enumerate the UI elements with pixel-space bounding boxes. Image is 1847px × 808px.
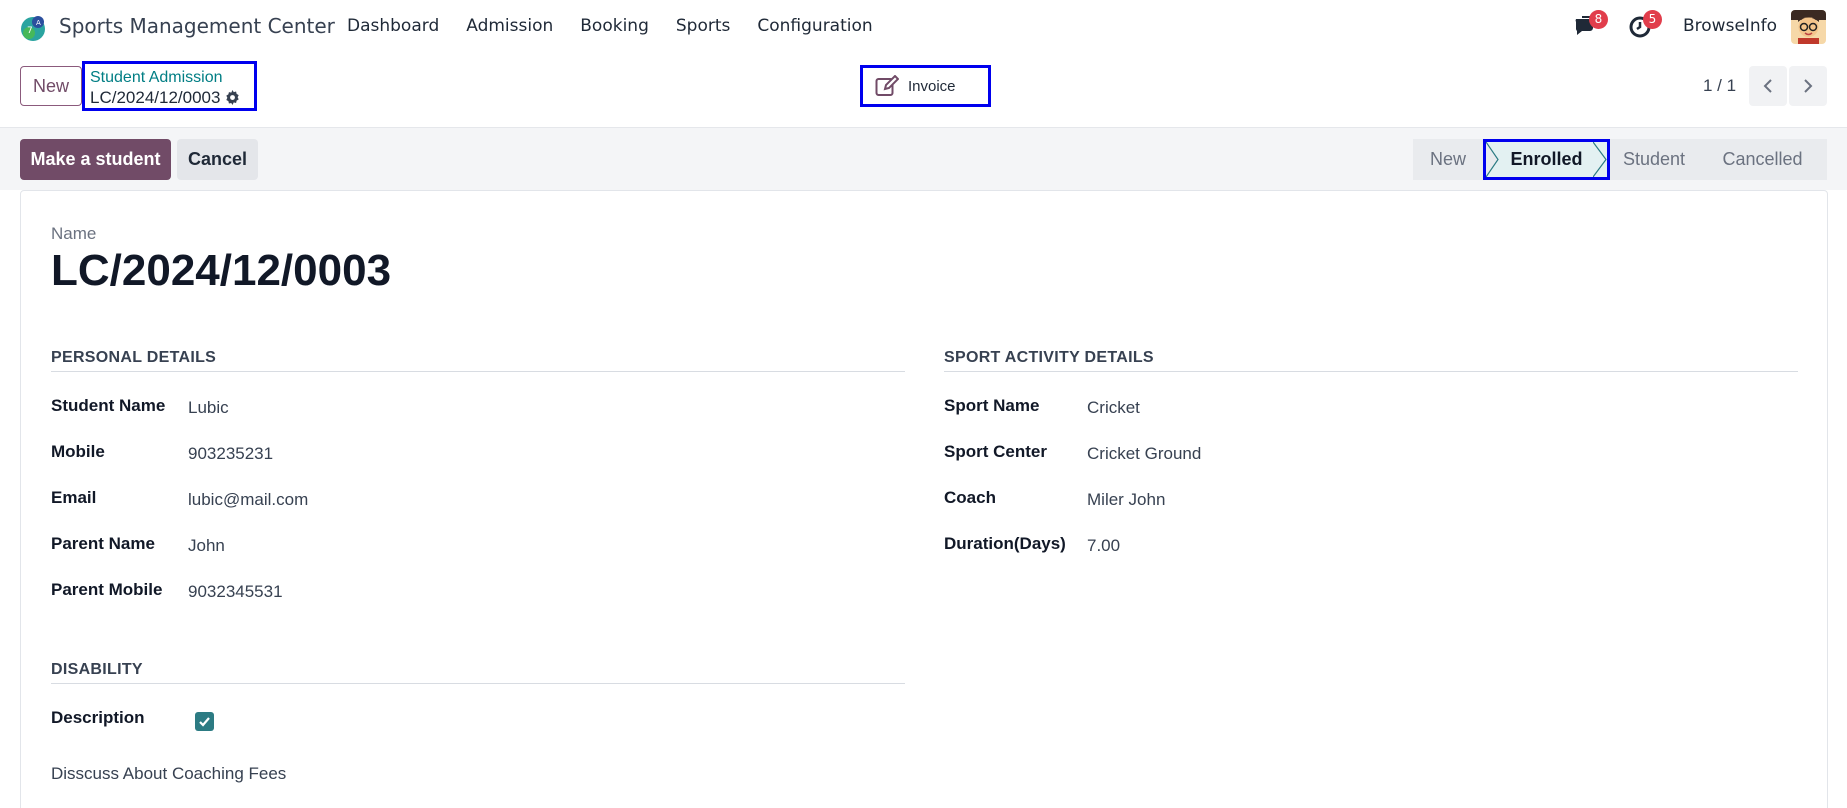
app-logo-icon[interactable]: 7 A <box>18 13 48 43</box>
field-value[interactable]: 7.00 <box>1087 536 1120 556</box>
pager-next-button[interactable] <box>1789 66 1827 106</box>
field-label: Sport Name <box>944 396 1040 415</box>
breadcrumb-parent-link[interactable]: Student Admission <box>90 68 250 87</box>
description-text[interactable]: Disscuss About Coaching Fees <box>51 764 286 784</box>
field-description: Description <box>51 694 905 740</box>
stage-enrolled-label: Enrolled <box>1510 149 1583 169</box>
description-checkbox[interactable] <box>195 712 214 731</box>
control-panel: New Student Admission LC/2024/12/0003 In… <box>0 54 1847 128</box>
field-value[interactable]: 9032345531 <box>188 582 283 602</box>
menu-sports[interactable]: Sports <box>676 16 731 36</box>
top-navbar: 7 A Sports Management Center Dashboard A… <box>0 0 1847 54</box>
menu-booking[interactable]: Booking <box>580 16 649 36</box>
field-duration: Duration(Days) 7.00 <box>944 520 1798 566</box>
field-label: Sport Center <box>944 442 1047 461</box>
disability-group: DISABILITY Description <box>51 661 905 740</box>
field-value[interactable]: 903235231 <box>188 444 273 464</box>
sport-details-title: SPORT ACTIVITY DETAILS <box>944 349 1798 372</box>
field-label: Mobile <box>51 442 105 461</box>
company-switcher[interactable]: BrowseInfo <box>1683 16 1777 36</box>
chevron-right-icon <box>1804 79 1813 93</box>
field-label: Coach <box>944 488 996 507</box>
field-value[interactable]: Cricket <box>1087 398 1140 418</box>
field-sport-center: Sport Center Cricket Ground <box>944 428 1798 474</box>
stage-arrow-right-icon <box>1593 142 1607 177</box>
svg-text:7: 7 <box>27 26 33 36</box>
stage-arrow-left-icon <box>1486 142 1499 177</box>
gear-icon[interactable] <box>225 90 240 105</box>
stage-student[interactable]: Student <box>1610 139 1698 180</box>
field-label: Student Name <box>51 396 166 415</box>
user-avatar[interactable] <box>1791 10 1826 44</box>
cancel-button[interactable]: Cancel <box>177 139 258 180</box>
field-student-name: Student Name Lubic <box>51 382 905 428</box>
field-label: Email <box>51 488 97 507</box>
field-value[interactable]: John <box>188 536 225 556</box>
breadcrumb: Student Admission LC/2024/12/0003 <box>82 61 257 111</box>
field-parent-mobile: Parent Mobile 9032345531 <box>51 566 905 612</box>
field-label: Description <box>51 708 145 727</box>
new-record-button[interactable]: New <box>20 66 82 106</box>
pager-previous-button[interactable] <box>1749 66 1787 106</box>
field-parent-name: Parent Name John <box>51 520 905 566</box>
disability-title: DISABILITY <box>51 661 905 684</box>
personal-details-group: PERSONAL DETAILS Student Name Lubic Mobi… <box>51 349 905 612</box>
activities-badge: 5 <box>1643 10 1662 29</box>
field-label: Parent Name <box>51 534 155 553</box>
field-value[interactable]: lubic@mail.com <box>188 490 308 510</box>
field-label: Parent Mobile <box>51 580 163 599</box>
chevron-left-icon <box>1763 79 1772 93</box>
field-coach: Coach Miler John <box>944 474 1798 520</box>
stage-new[interactable]: New <box>1413 139 1483 180</box>
sport-details-group: SPORT ACTIVITY DETAILS Sport Name Cricke… <box>944 349 1798 566</box>
pager-value[interactable]: 1 / 1 <box>1703 76 1736 96</box>
menu-configuration[interactable]: Configuration <box>757 16 872 36</box>
field-value[interactable]: Miler John <box>1087 490 1165 510</box>
personal-details-title: PERSONAL DETAILS <box>51 349 905 372</box>
form-sheet: Name LC/2024/12/0003 PERSONAL DETAILS St… <box>20 190 1828 808</box>
breadcrumb-current: LC/2024/12/0003 <box>90 87 250 108</box>
pencil-square-icon <box>875 75 899 96</box>
menu-dashboard[interactable]: Dashboard <box>347 16 439 36</box>
record-name[interactable]: LC/2024/12/0003 <box>51 246 391 296</box>
invoice-label: Invoice <box>908 77 956 95</box>
app-title[interactable]: Sports Management Center <box>59 14 335 38</box>
field-email: Email lubic@mail.com <box>51 474 905 520</box>
messages-badge: 8 <box>1589 10 1608 29</box>
invoice-smart-button[interactable]: Invoice <box>860 65 991 107</box>
field-value[interactable]: Cricket Ground <box>1087 444 1201 464</box>
name-field-label: Name <box>51 224 97 243</box>
main-menu: Dashboard Admission Booking Sports Confi… <box>347 16 873 36</box>
svg-text:A: A <box>36 19 41 27</box>
stage-enrolled[interactable]: Enrolled <box>1483 139 1610 180</box>
make-student-button[interactable]: Make a student <box>20 139 171 180</box>
stage-cancelled[interactable]: Cancelled <box>1698 139 1827 180</box>
checkmark-icon <box>199 717 210 727</box>
statusbar: Make a student Cancel New Enrolled Stude… <box>0 128 1847 190</box>
field-label: Duration(Days) <box>944 534 1066 553</box>
field-value[interactable]: Lubic <box>188 398 229 418</box>
breadcrumb-current-label: LC/2024/12/0003 <box>90 88 221 107</box>
menu-admission[interactable]: Admission <box>466 16 553 36</box>
field-mobile: Mobile 903235231 <box>51 428 905 474</box>
field-sport-name: Sport Name Cricket <box>944 382 1798 428</box>
